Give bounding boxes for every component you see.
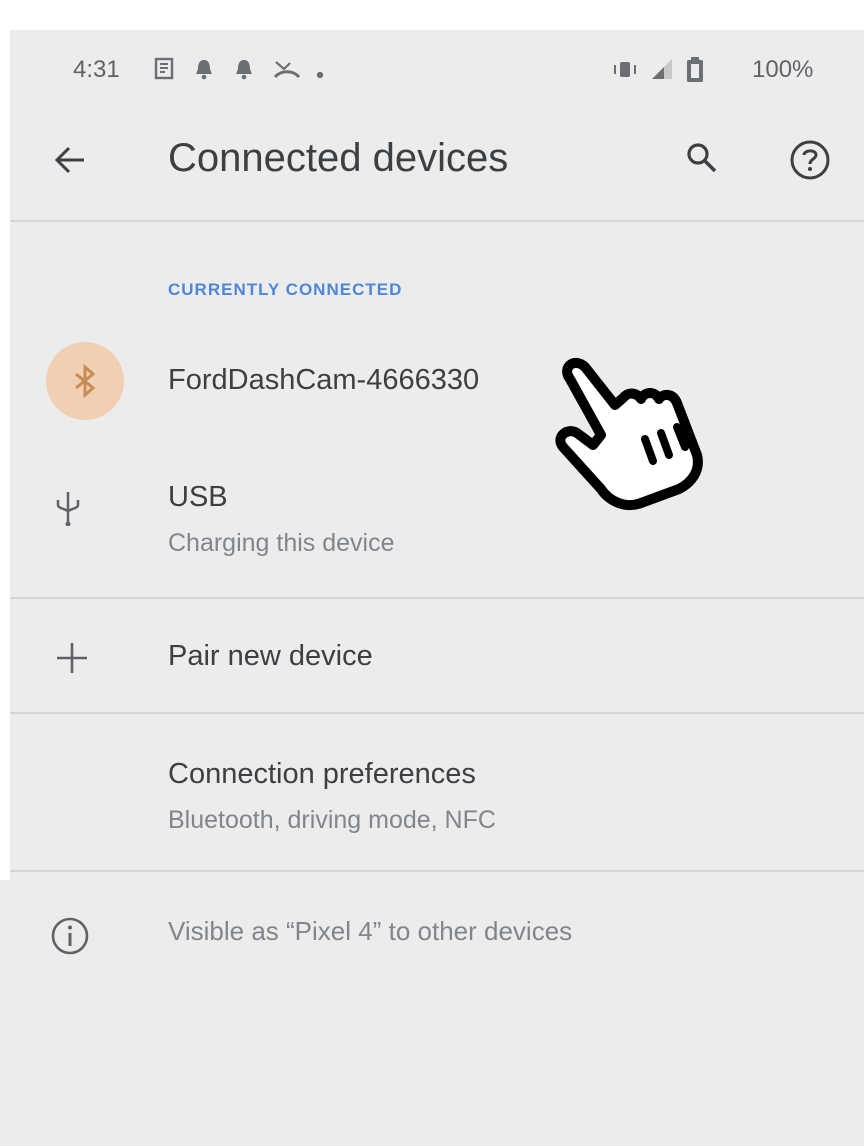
- pointing-hand-cursor-icon: [545, 323, 715, 518]
- usb-label: USB: [168, 481, 228, 513]
- connection-preferences-row[interactable]: Connection preferences Bluetooth, drivin…: [10, 714, 864, 870]
- bluetooth-icon: [65, 361, 105, 406]
- usb-icon: [55, 490, 81, 531]
- pair-new-device-label: Pair new device: [168, 640, 373, 672]
- help-icon[interactable]: [788, 138, 832, 187]
- status-bar: 4:31 100%: [10, 30, 864, 110]
- battery-percentage: 100%: [752, 56, 814, 83]
- connection-preferences-sublabel: Bluetooth, driving mode, NFC: [168, 806, 496, 834]
- status-time: 4:31: [73, 56, 120, 83]
- back-arrow-icon[interactable]: [52, 142, 88, 183]
- divider: [10, 597, 864, 599]
- usb-sublabel: Charging this device: [168, 529, 395, 557]
- search-icon[interactable]: [684, 140, 720, 181]
- page-title: Connected devices: [168, 136, 509, 180]
- left-edge-fill: [0, 880, 10, 1146]
- pair-new-device-row[interactable]: Pair new device: [10, 600, 864, 712]
- signal-icon: [650, 57, 674, 86]
- connection-preferences-label: Connection preferences: [168, 758, 476, 790]
- device-name: FordDashCam-4666330: [168, 364, 480, 396]
- plus-icon: [55, 641, 89, 680]
- missed-call-icon: [273, 57, 301, 86]
- device-row-forddashcam[interactable]: FordDashCam-4666330: [10, 330, 864, 434]
- section-header-currently-connected: CURRENTLY CONNECTED: [168, 280, 403, 299]
- app-bar: Connected devices: [10, 110, 864, 222]
- news-icon: [153, 57, 177, 86]
- info-icon: [50, 916, 90, 961]
- usb-row[interactable]: USB Charging this device: [10, 450, 864, 566]
- visibility-text: Visible as “Pixel 4” to other devices: [168, 916, 573, 946]
- battery-icon: [686, 57, 704, 88]
- phone-screen: 4:31 100% Connected devices CURRENTLY CO…: [10, 30, 864, 1146]
- dot-icon: [316, 66, 324, 84]
- bell-icon: [193, 57, 215, 86]
- vibrate-icon: [612, 57, 638, 86]
- bell-icon: [233, 57, 255, 86]
- visibility-info-row: Visible as “Pixel 4” to other devices: [10, 872, 864, 972]
